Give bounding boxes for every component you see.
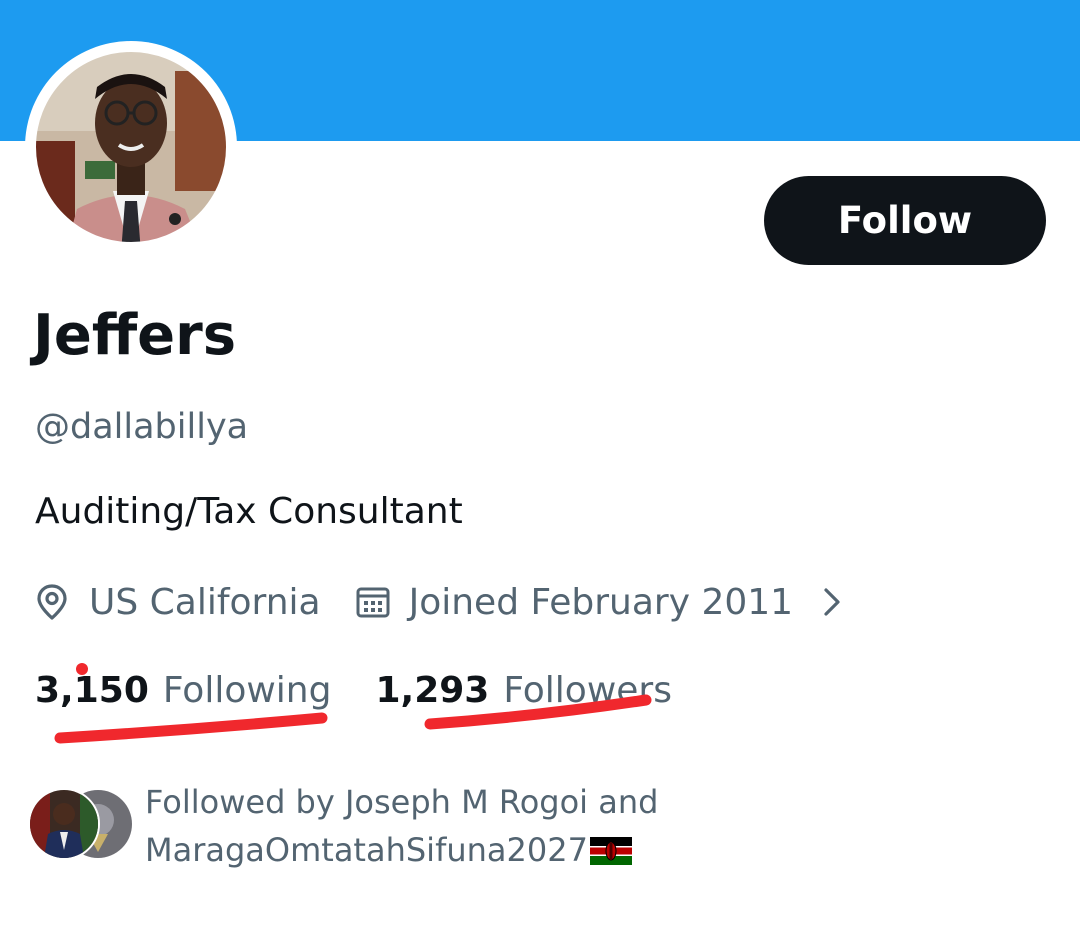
profile-avatar[interactable]	[25, 41, 237, 253]
followers-count: 1,293	[375, 669, 490, 711]
kenya-flag-icon	[589, 830, 632, 878]
display-name: Jeffers	[33, 303, 237, 368]
followed-by-name: MaragaOmtatahSifuna2027	[145, 831, 588, 869]
profile-meta-row: US California Joined February 2011	[35, 576, 843, 628]
following-label: Following	[162, 669, 332, 711]
calendar-icon	[355, 584, 391, 620]
profile-page: Follow Jeffers @dallabillya Auditing/Tax…	[0, 0, 1080, 934]
user-handle: @dallabillya	[35, 407, 249, 447]
annotation-underline-following	[54, 712, 328, 744]
followers-label: Followers	[503, 669, 672, 711]
followers-stat[interactable]: 1,293 Followers	[375, 670, 672, 711]
followed-by-text: Followed by Joseph M Rogoi and MaragaOmt…	[145, 778, 765, 878]
location-pin-icon	[35, 583, 69, 621]
profile-bio: Auditing/Tax Consultant	[35, 491, 463, 532]
follower-avatars	[28, 788, 134, 860]
follow-button[interactable]: Follow	[764, 176, 1046, 265]
followed-by-line2: MaragaOmtatahSifuna2027	[145, 826, 765, 878]
location-text: US California	[89, 581, 321, 623]
joined-date-text: Joined February 2011	[408, 581, 794, 623]
following-stat[interactable]: 3,150 Following	[35, 670, 331, 711]
follow-stats: 3,150 Following 1,293 Followers	[35, 664, 672, 716]
followed-by-section[interactable]: Followed by Joseph M Rogoi and MaragaOmt…	[28, 778, 765, 878]
chevron-right-icon[interactable]	[821, 585, 843, 619]
follower-avatar-1	[28, 788, 100, 860]
followed-by-line1: Followed by Joseph M Rogoi and	[145, 783, 659, 821]
following-count: 3,150	[35, 669, 149, 711]
